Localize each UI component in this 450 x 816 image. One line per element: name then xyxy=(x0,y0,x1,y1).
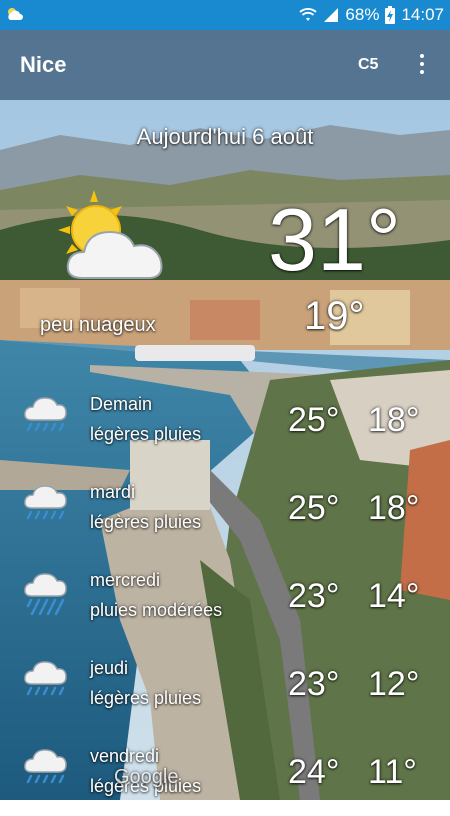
forecast-day: vendredi xyxy=(90,746,160,766)
google-attribution[interactable]: Google xyxy=(114,766,179,789)
today-temp-max: 31° xyxy=(268,190,402,289)
signal-icon xyxy=(323,7,339,23)
forecast-day: Demain xyxy=(90,394,153,414)
forecast-condition: légères pluies xyxy=(90,512,202,532)
forecast-temp-max: 25° xyxy=(288,489,340,527)
forecast-row[interactable]: mardi légères pluies 25° 18° xyxy=(0,472,450,552)
more-vert-icon[interactable] xyxy=(410,48,434,80)
today-date-label: Aujourd'hui 6 août xyxy=(136,124,314,149)
wifi-icon xyxy=(299,7,318,23)
status-bar: 68% 14:07 xyxy=(0,0,450,30)
battery-percentage: 68% xyxy=(345,5,380,24)
forecast-temp-max: 25° xyxy=(288,401,340,439)
partly-cloudy-icon xyxy=(56,188,168,288)
forecast-row[interactable]: mercredi pluies modérées 23° 14° xyxy=(0,560,450,640)
forecast-row[interactable]: Demain légères pluies 25° 18° xyxy=(0,384,450,464)
forecast-temp-min: 11° xyxy=(368,753,417,791)
forecast-temp-min: 18° xyxy=(368,489,420,527)
forecast-temp-min: 14° xyxy=(368,577,420,615)
status-time: 14:07 xyxy=(401,5,444,24)
moderate-rain-icon xyxy=(22,572,68,616)
forecast-temp-max: 23° xyxy=(288,665,340,703)
forecast-condition: pluies modérées xyxy=(90,600,223,620)
weather-notification-icon xyxy=(6,6,24,22)
light-rain-icon xyxy=(22,660,68,704)
forecast-row[interactable]: vendredi légères pluies 24° 11° xyxy=(0,736,450,816)
app-bar: Nice C5 xyxy=(0,30,450,100)
light-rain-icon xyxy=(22,748,68,792)
forecast-temp-min: 18° xyxy=(368,401,420,439)
forecast-temp-max: 23° xyxy=(288,577,340,615)
forecast-condition: légères pluies xyxy=(90,424,202,444)
forecast-condition: légères pluies xyxy=(90,688,202,708)
light-rain-icon xyxy=(22,396,68,440)
light-rain-icon xyxy=(22,484,68,528)
forecast-temp-min: 12° xyxy=(368,665,420,703)
forecast-day: mercredi xyxy=(90,570,161,590)
forecast-temp-max: 24° xyxy=(288,753,340,791)
forecast-row[interactable]: jeudi légères pluies 23° 12° xyxy=(0,648,450,728)
forecast-day: mardi xyxy=(90,482,136,502)
today-condition: peu nuageux xyxy=(40,314,156,336)
today-temp-min: 19° xyxy=(304,294,365,338)
battery-charging-icon xyxy=(385,6,396,24)
unit-toggle-button[interactable]: C5 xyxy=(358,56,378,74)
city-title[interactable]: Nice xyxy=(20,52,66,78)
forecast-day: jeudi xyxy=(90,658,129,678)
